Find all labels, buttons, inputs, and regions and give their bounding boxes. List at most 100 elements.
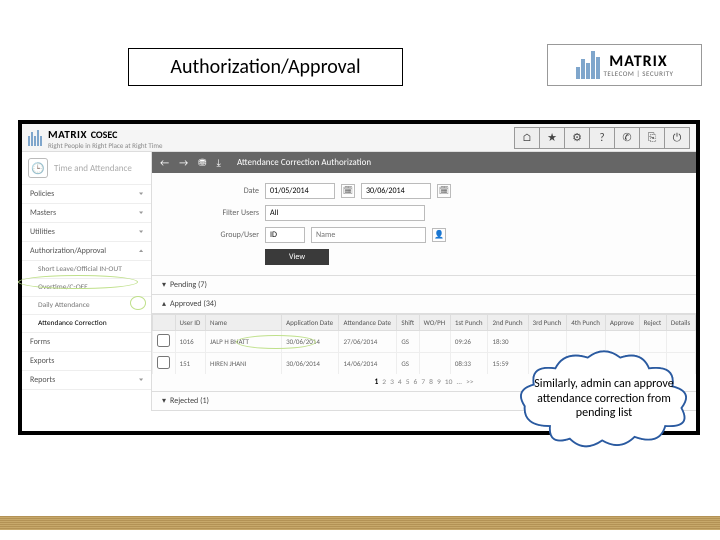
pager-page[interactable]: 4 (396, 378, 404, 387)
sidebar-item-label: Forms (30, 337, 50, 347)
sidebar-sub-attendance-correction[interactable]: Attendance Correction (22, 315, 151, 333)
pager-page[interactable]: 10 (443, 378, 455, 387)
table-cell: 27/06/2014 (339, 331, 397, 353)
help-icon[interactable]: ? (589, 127, 615, 149)
brand-logo: MATRIX TELECOM | SECURITY (547, 44, 702, 86)
sidebar-item-label: Reports (30, 375, 55, 385)
chevron-down-icon: ▾ (139, 229, 143, 235)
table-header: Attendance Date (339, 315, 397, 331)
sidebar-sub-overtime[interactable]: Overtime/C-OFF (22, 279, 151, 297)
sidebar-item-utilities[interactable]: Utilities ▾ (22, 223, 151, 242)
calendar-icon[interactable]: 🗓 (341, 184, 355, 198)
table-cell (419, 331, 450, 353)
pager-page[interactable]: ... (454, 378, 464, 387)
table-cell: HIREN JHANI (206, 353, 282, 375)
save-icon[interactable]: ⛃ (198, 156, 206, 169)
table-cell (153, 331, 176, 353)
callout-cloud: Similarly, admin can approve attendance … (514, 344, 694, 454)
table-header: 1st Punch (450, 315, 488, 331)
pager-page[interactable]: 9 (435, 378, 443, 387)
forward-icon[interactable]: → (179, 156, 188, 169)
logo-bars-icon (576, 51, 600, 79)
pager-page[interactable]: 8 (427, 378, 435, 387)
row-checkbox[interactable] (157, 356, 170, 369)
chevron-down-icon: ▾ (162, 396, 166, 406)
pager-page[interactable]: 5 (404, 378, 412, 387)
app-tagline: Right People in Right Place at Right Tim… (48, 142, 163, 149)
chevron-down-icon: ▾ (162, 280, 166, 290)
star-icon[interactable]: ★ (539, 127, 565, 149)
app-brand: MATRIX (48, 128, 87, 141)
sidebar-sub-shortleave[interactable]: Short Leave/Official IN-OUT (22, 261, 151, 279)
callout-text: Similarly, admin can approve attendance … (514, 344, 694, 454)
chevron-up-icon: ▴ (162, 299, 166, 309)
back-icon[interactable]: ← (160, 156, 169, 169)
home-icon[interactable]: ⌂ (514, 127, 540, 149)
group-id-input[interactable] (265, 227, 305, 243)
app-header: MATRIX COSEC Right People in Right Place… (22, 124, 696, 152)
sidebar-item-reports[interactable]: Reports ▾ (22, 371, 151, 390)
calendar-icon[interactable]: 🗓 (437, 184, 451, 198)
sidebar-item-authorization[interactable]: Authorization/Approval▴ (22, 242, 151, 261)
view-button[interactable]: View (265, 249, 329, 265)
copy-icon[interactable]: ⎘ (639, 127, 665, 149)
table-cell: JALP H BHATT (206, 331, 282, 353)
table-header: 3rd Punch (528, 315, 567, 331)
app-product: COSEC (91, 128, 118, 141)
section-pending[interactable]: ▾Pending (7) (152, 276, 696, 295)
table-header: Shift (397, 315, 419, 331)
table-header: WO/PH (419, 315, 450, 331)
table-cell: 14/06/2014 (339, 353, 397, 375)
row-checkbox[interactable] (157, 334, 170, 347)
table-cell: 1016 (175, 331, 206, 353)
sidebar: 🕒 Time and Attendance Policies▾ Masters▾… (22, 152, 152, 411)
table-cell: 08:33 (450, 353, 488, 375)
table-header: User ID (175, 315, 206, 331)
table-cell: 30/06/2014 (282, 353, 339, 375)
page-title-bar: ← → ⛃ ⤓ Attendance Correction Authorizat… (152, 152, 696, 173)
sidebar-item-label: Exports (30, 356, 54, 366)
section-approved[interactable]: ▴ Approved (34) (152, 295, 696, 314)
group-name-input[interactable] (311, 227, 426, 243)
table-cell: 30/06/2014 (282, 331, 339, 353)
user-picker-icon[interactable]: 👤 (432, 228, 446, 242)
gear-icon[interactable]: ⚙ (564, 127, 590, 149)
table-cell: 09:26 (450, 331, 488, 353)
group-label: Group/User (164, 230, 259, 240)
brand-tagline: TELECOM | SECURITY (604, 70, 674, 77)
sidebar-module-label: Time and Attendance (54, 163, 132, 174)
chevron-down-icon: ▾ (139, 377, 143, 383)
power-icon[interactable]: ⏻ (664, 127, 690, 149)
pager-page[interactable]: 7 (419, 378, 427, 387)
chevron-up-icon: ▴ (139, 248, 143, 254)
filter-users-select[interactable] (265, 205, 425, 221)
clock-icon: 🕒 (28, 158, 48, 178)
slide-title: Authorization/Approval (128, 48, 403, 86)
sidebar-item-label: Policies (30, 189, 54, 199)
sidebar-module[interactable]: 🕒 Time and Attendance (22, 152, 151, 185)
filter-label: Filter Users (164, 208, 259, 218)
phone-icon[interactable]: ✆ (614, 127, 640, 149)
sidebar-item-policies[interactable]: Policies▾ (22, 185, 151, 204)
top-icon-bar: ⌂ ★ ⚙ ? ✆ ⎘ ⏻ (515, 127, 690, 149)
sidebar-item-exports[interactable]: Exports (22, 352, 151, 371)
pager-page[interactable]: >> (464, 378, 475, 387)
date-to-input[interactable] (361, 183, 431, 199)
section-label: Approved (34) (170, 299, 216, 309)
sidebar-sub-daily[interactable]: Daily Attendance (22, 297, 151, 315)
sidebar-item-label: Utilities (30, 227, 55, 237)
page-title: Attendance Correction Authorization (237, 157, 371, 168)
pager-page[interactable]: 2 (380, 378, 388, 387)
sidebar-item-masters[interactable]: Masters▾ (22, 204, 151, 223)
table-header: Approve (605, 315, 639, 331)
table-header: Details (666, 315, 695, 331)
sidebar-item-forms[interactable]: Forms (22, 333, 151, 352)
table-cell (153, 353, 176, 375)
logo-bars-icon (28, 130, 42, 146)
table-header: 4th Punch (567, 315, 606, 331)
table-cell (419, 353, 450, 375)
table-cell: GS (397, 331, 419, 353)
date-from-input[interactable] (265, 183, 335, 199)
pager-page[interactable]: 3 (388, 378, 396, 387)
export-icon[interactable]: ⤓ (217, 156, 221, 169)
